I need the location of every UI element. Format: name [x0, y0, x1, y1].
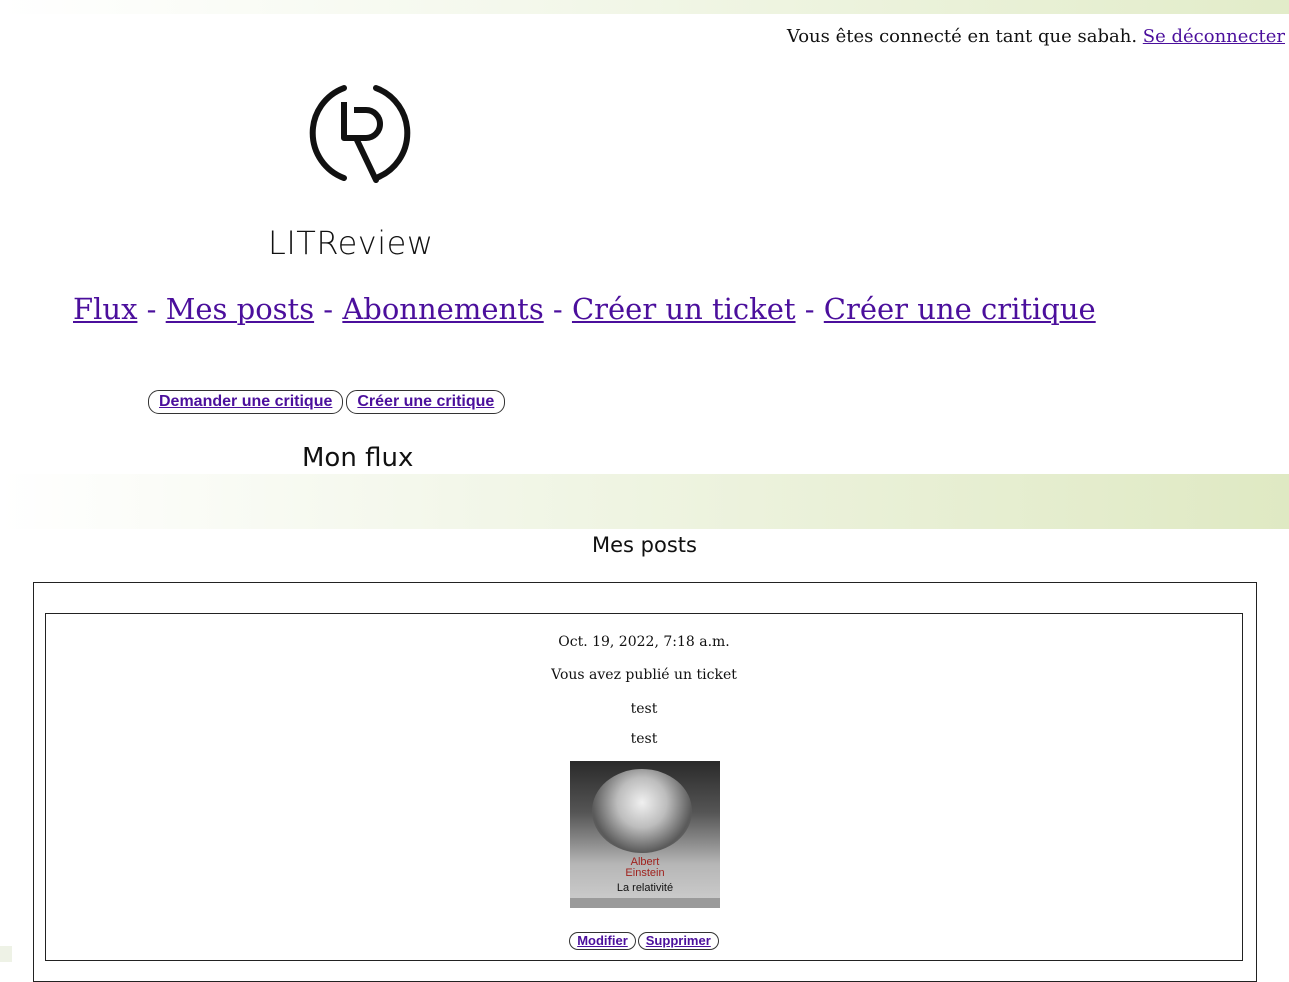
- cover-title: La relativité: [616, 882, 674, 894]
- ticket-title: test: [630, 701, 658, 717]
- nav-mes-posts[interactable]: Mes posts: [166, 292, 314, 326]
- post-date: Oct. 19, 2022, 7:18 a.m.: [558, 634, 730, 650]
- section-gradient-band: [0, 474, 1289, 529]
- nav-separator: -: [795, 292, 824, 326]
- logout-link[interactable]: Se déconnecter: [1143, 26, 1285, 47]
- ticket-actions: Modifier Supprimer: [46, 932, 1242, 950]
- create-review-button[interactable]: Créer une critique: [346, 390, 506, 414]
- post-caption: Vous avez publié un ticket: [551, 667, 737, 683]
- cover-portrait: [592, 769, 692, 853]
- edit-button[interactable]: Modifier: [569, 932, 636, 950]
- nav-separator: -: [314, 292, 343, 326]
- nav-separator: -: [137, 292, 166, 326]
- delete-button[interactable]: Supprimer: [637, 932, 719, 950]
- ticket-description: test: [630, 731, 658, 747]
- left-edge-stub: [0, 946, 12, 962]
- nav-creer-ticket[interactable]: Créer un ticket: [572, 292, 796, 326]
- nav-abonnements[interactable]: Abonnements: [342, 292, 543, 326]
- cover-band: [570, 898, 720, 908]
- flux-title: Mon flux: [302, 443, 414, 473]
- ticket-card: Oct. 19, 2022, 7:18 a.m. Vous avez publi…: [45, 613, 1243, 961]
- cover-author: Albert Einstein: [570, 857, 720, 879]
- logo-icon: [309, 85, 411, 183]
- user-status: Vous êtes connecté en tant que sabah. Se…: [787, 26, 1285, 47]
- login-status-text: Vous êtes connecté en tant que sabah.: [786, 26, 1138, 47]
- top-gradient-band: [0, 0, 1289, 14]
- nav-separator: -: [543, 292, 572, 326]
- brand-name: LITReview: [268, 224, 434, 262]
- posts-title: Mes posts: [592, 533, 697, 557]
- request-review-button[interactable]: Demander une critique: [148, 390, 344, 414]
- nav-creer-critique[interactable]: Créer une critique: [824, 292, 1096, 326]
- feed-actions: Demander une critique Créer une critique: [148, 390, 506, 414]
- nav-flux[interactable]: Flux: [73, 292, 137, 326]
- cover-author-last: Einstein: [625, 867, 665, 879]
- book-cover-image: Albert Einstein La relativité: [570, 761, 720, 908]
- main-nav: Flux - Mes posts - Abonnements - Créer u…: [73, 292, 1096, 326]
